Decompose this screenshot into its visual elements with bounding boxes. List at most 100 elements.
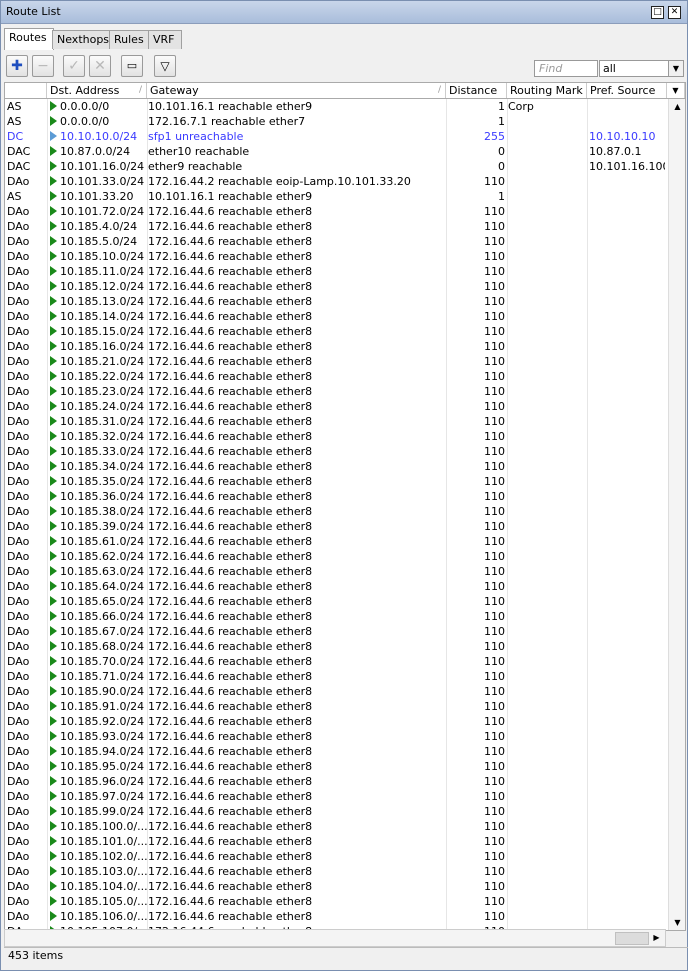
table-row[interactable]: AS 0.0.0.0/0 10.101.16.1 reachable ether9 1… [5, 99, 665, 114]
table-row[interactable]: DAo 10.185.94.0/24 172.16.44.6 reachable e… [5, 744, 665, 759]
route-flags-text: DAC [7, 145, 31, 158]
distance: 110 [448, 819, 505, 834]
table-row[interactable]: DAo 10.185.68.0/24 172.16.44.6 reachable e… [5, 639, 665, 654]
table-row[interactable]: DAo 10.185.97.0/24 172.16.44.6 reachable e… [5, 789, 665, 804]
route-flags: DAo [7, 339, 47, 354]
table-row[interactable]: DAo 10.185.100.0/... 172.16.44.6 reachable… [5, 819, 665, 834]
tab-routes[interactable]: Routes [4, 28, 54, 50]
plus-icon[interactable]: ✚ [6, 55, 28, 77]
table-row[interactable]: DAo 10.185.38.0/24 172.16.44.6 reachable e… [5, 504, 665, 519]
routing-mark [508, 279, 586, 294]
cross-icon[interactable]: ✕ [89, 55, 111, 77]
route-flag-icon [50, 686, 57, 696]
horizontal-scrollbar[interactable]: ▶ [4, 929, 666, 947]
table-row[interactable]: DAo 10.185.104.0/... 172.16.44.6 reachable… [5, 879, 665, 894]
find-input[interactable]: Find [534, 60, 598, 77]
table-row[interactable]: DAo 10.185.67.0/24 172.16.44.6 reachable e… [5, 624, 665, 639]
table-row[interactable]: DAo 10.185.92.0/24 172.16.44.6 reachable e… [5, 714, 665, 729]
table-row[interactable]: DAo 10.101.72.0/24 172.16.44.6 reachable e… [5, 204, 665, 219]
route-flags-text: DAo [7, 370, 30, 383]
table-row[interactable]: DAo 10.185.12.0/24 172.16.44.6 reachable e… [5, 279, 665, 294]
table-row[interactable]: DAo 10.185.62.0/24 172.16.44.6 reachable e… [5, 549, 665, 564]
table-row[interactable]: DAo 10.185.64.0/24 172.16.44.6 reachable e… [5, 579, 665, 594]
table-row[interactable]: DAo 10.185.22.0/24 172.16.44.6 reachable e… [5, 369, 665, 384]
table-row[interactable]: DAo 10.185.5.0/24 172.16.44.6 reachable et… [5, 234, 665, 249]
tab-rules[interactable]: Rules [109, 30, 149, 49]
scroll-down-icon[interactable]: ▼ [669, 915, 685, 930]
table-row[interactable]: AS 0.0.0.0/0 172.16.7.1 reachable ether7 1 [5, 114, 665, 129]
col-routing-mark[interactable]: Routing Mark [507, 83, 587, 98]
table-row[interactable]: DAo 10.185.24.0/24 172.16.44.6 reachable e… [5, 399, 665, 414]
route-flags: DAo [7, 399, 47, 414]
filter-icon[interactable]: ▽ [154, 55, 176, 77]
close-icon[interactable]: ✕ [668, 6, 681, 19]
table-row[interactable]: DAo 10.185.65.0/24 172.16.44.6 reachable e… [5, 594, 665, 609]
table-row[interactable]: DAo 10.185.66.0/24 172.16.44.6 reachable e… [5, 609, 665, 624]
table-row[interactable]: DAo 10.185.105.0/... 172.16.44.6 reachable… [5, 894, 665, 909]
table-row[interactable]: DAo 10.185.15.0/24 172.16.44.6 reachable e… [5, 324, 665, 339]
table-row[interactable]: DAo 10.185.39.0/24 172.16.44.6 reachable e… [5, 519, 665, 534]
filter-select[interactable]: all ▼ [599, 60, 684, 77]
table-row[interactable]: DAC 10.101.16.0/24 ether9 reachable 0 10.101… [5, 159, 665, 174]
table-row[interactable]: DAo 10.185.63.0/24 172.16.44.6 reachable e… [5, 564, 665, 579]
table-row[interactable]: DAo 10.185.31.0/24 172.16.44.6 reachable e… [5, 414, 665, 429]
table-row[interactable]: DAo 10.185.106.0/... 172.16.44.6 reachable… [5, 909, 665, 924]
gateway: 10.101.16.1 reachable ether9 [148, 189, 448, 204]
check-icon[interactable]: ✓ [63, 55, 85, 77]
table-row[interactable]: DAo 10.185.103.0/... 172.16.44.6 reachable… [5, 864, 665, 879]
table-row[interactable]: DAo 10.185.32.0/24 172.16.44.6 reachable e… [5, 429, 665, 444]
columns-menu-icon[interactable]: ▼ [667, 83, 685, 98]
table-row[interactable]: DAo 10.185.13.0/24 172.16.44.6 reachable e… [5, 294, 665, 309]
minus-icon[interactable]: − [32, 55, 54, 77]
table-row[interactable]: DAo 10.185.34.0/24 172.16.44.6 reachable e… [5, 459, 665, 474]
table-row[interactable]: DAo 10.185.16.0/24 172.16.44.6 reachable e… [5, 339, 665, 354]
maximize-icon[interactable]: □ [651, 6, 664, 19]
route-flags-text: DAo [7, 805, 30, 818]
table-row[interactable]: DAo 10.185.93.0/24 172.16.44.6 reachable e… [5, 729, 665, 744]
table-row[interactable]: DAo 10.185.102.0/... 172.16.44.6 reachable… [5, 849, 665, 864]
route-flag-icon [50, 491, 57, 501]
chevron-down-icon[interactable]: ▼ [668, 61, 683, 76]
tab-vrf[interactable]: VRF [148, 30, 182, 49]
table-row[interactable]: DAo 10.185.10.0/24 172.16.44.6 reachable e… [5, 249, 665, 264]
table-row[interactable]: DAo 10.185.23.0/24 172.16.44.6 reachable e… [5, 384, 665, 399]
table-row[interactable]: DAo 10.185.61.0/24 172.16.44.6 reachable e… [5, 534, 665, 549]
gateway-text: 172.16.44.6 reachable ether8 [148, 625, 313, 638]
route-flags-text: AS [7, 190, 22, 203]
gateway: 172.16.44.6 reachable ether8 [148, 819, 448, 834]
distance-text: 110 [484, 385, 505, 398]
table-row[interactable]: DC 10.10.10.0/24 sfp1 unreachable 255 10.10.… [5, 129, 665, 144]
table-row[interactable]: DAo 10.185.99.0/24 172.16.44.6 reachable e… [5, 804, 665, 819]
table-row[interactable]: DAo 10.185.101.0/... 172.16.44.6 reachable… [5, 834, 665, 849]
table-row[interactable]: DAo 10.185.90.0/24 172.16.44.6 reachable e… [5, 684, 665, 699]
table-row[interactable]: DAo 10.185.96.0/24 172.16.44.6 reachable e… [5, 774, 665, 789]
horizontal-scroll-thumb[interactable] [615, 932, 649, 945]
col-flags[interactable] [5, 83, 47, 98]
col-gateway[interactable]: Gateway / [147, 83, 446, 98]
table-row[interactable]: DAC 10.87.0.0/24 ether10 reachable 0 10.87.0… [5, 144, 665, 159]
tab-nexthops[interactable]: Nexthops [52, 30, 110, 49]
comment-icon[interactable]: ▭ [121, 55, 143, 77]
table-row[interactable]: DAo 10.185.70.0/24 172.16.44.6 reachable e… [5, 654, 665, 669]
gateway-text: 172.16.44.6 reachable ether8 [148, 280, 313, 293]
table-row[interactable]: DAo 10.185.35.0/24 172.16.44.6 reachable e… [5, 474, 665, 489]
table-row[interactable]: DAo 10.185.95.0/24 172.16.44.6 reachable e… [5, 759, 665, 774]
table-row[interactable]: DAo 10.185.33.0/24 172.16.44.6 reachable e… [5, 444, 665, 459]
table-row[interactable]: DAo 10.185.91.0/24 172.16.44.6 reachable e… [5, 699, 665, 714]
col-distance[interactable]: Distance [446, 83, 507, 98]
table-row[interactable]: DAo 10.185.36.0/24 172.16.44.6 reachable e… [5, 489, 665, 504]
table-row[interactable]: DAo 10.185.4.0/24 172.16.44.6 reachable et… [5, 219, 665, 234]
col-dst-address[interactable]: Dst. Address / [47, 83, 147, 98]
scroll-up-icon[interactable]: ▲ [669, 99, 685, 114]
table-row[interactable]: AS 10.101.33.20 10.101.16.1 reachable ethe… [5, 189, 665, 204]
table-row[interactable]: DAo 10.185.71.0/24 172.16.44.6 reachable e… [5, 669, 665, 684]
route-flag-icon [50, 776, 57, 786]
table-row[interactable]: DAo 10.185.14.0/24 172.16.44.6 reachable e… [5, 309, 665, 324]
table-row[interactable]: DAo 10.185.11.0/24 172.16.44.6 reachable e… [5, 264, 665, 279]
table-row[interactable]: DAo 10.185.21.0/24 172.16.44.6 reachable e… [5, 354, 665, 369]
scroll-right-icon[interactable]: ▶ [648, 930, 665, 945]
dst-address-text: 10.185.66.0/24 [60, 610, 145, 623]
col-pref-source[interactable]: Pref. Source [587, 83, 667, 98]
table-row[interactable]: DAo 10.101.33.0/24 172.16.44.2 reachable e… [5, 174, 665, 189]
vertical-scrollbar[interactable]: ▲ ▼ [668, 99, 685, 930]
